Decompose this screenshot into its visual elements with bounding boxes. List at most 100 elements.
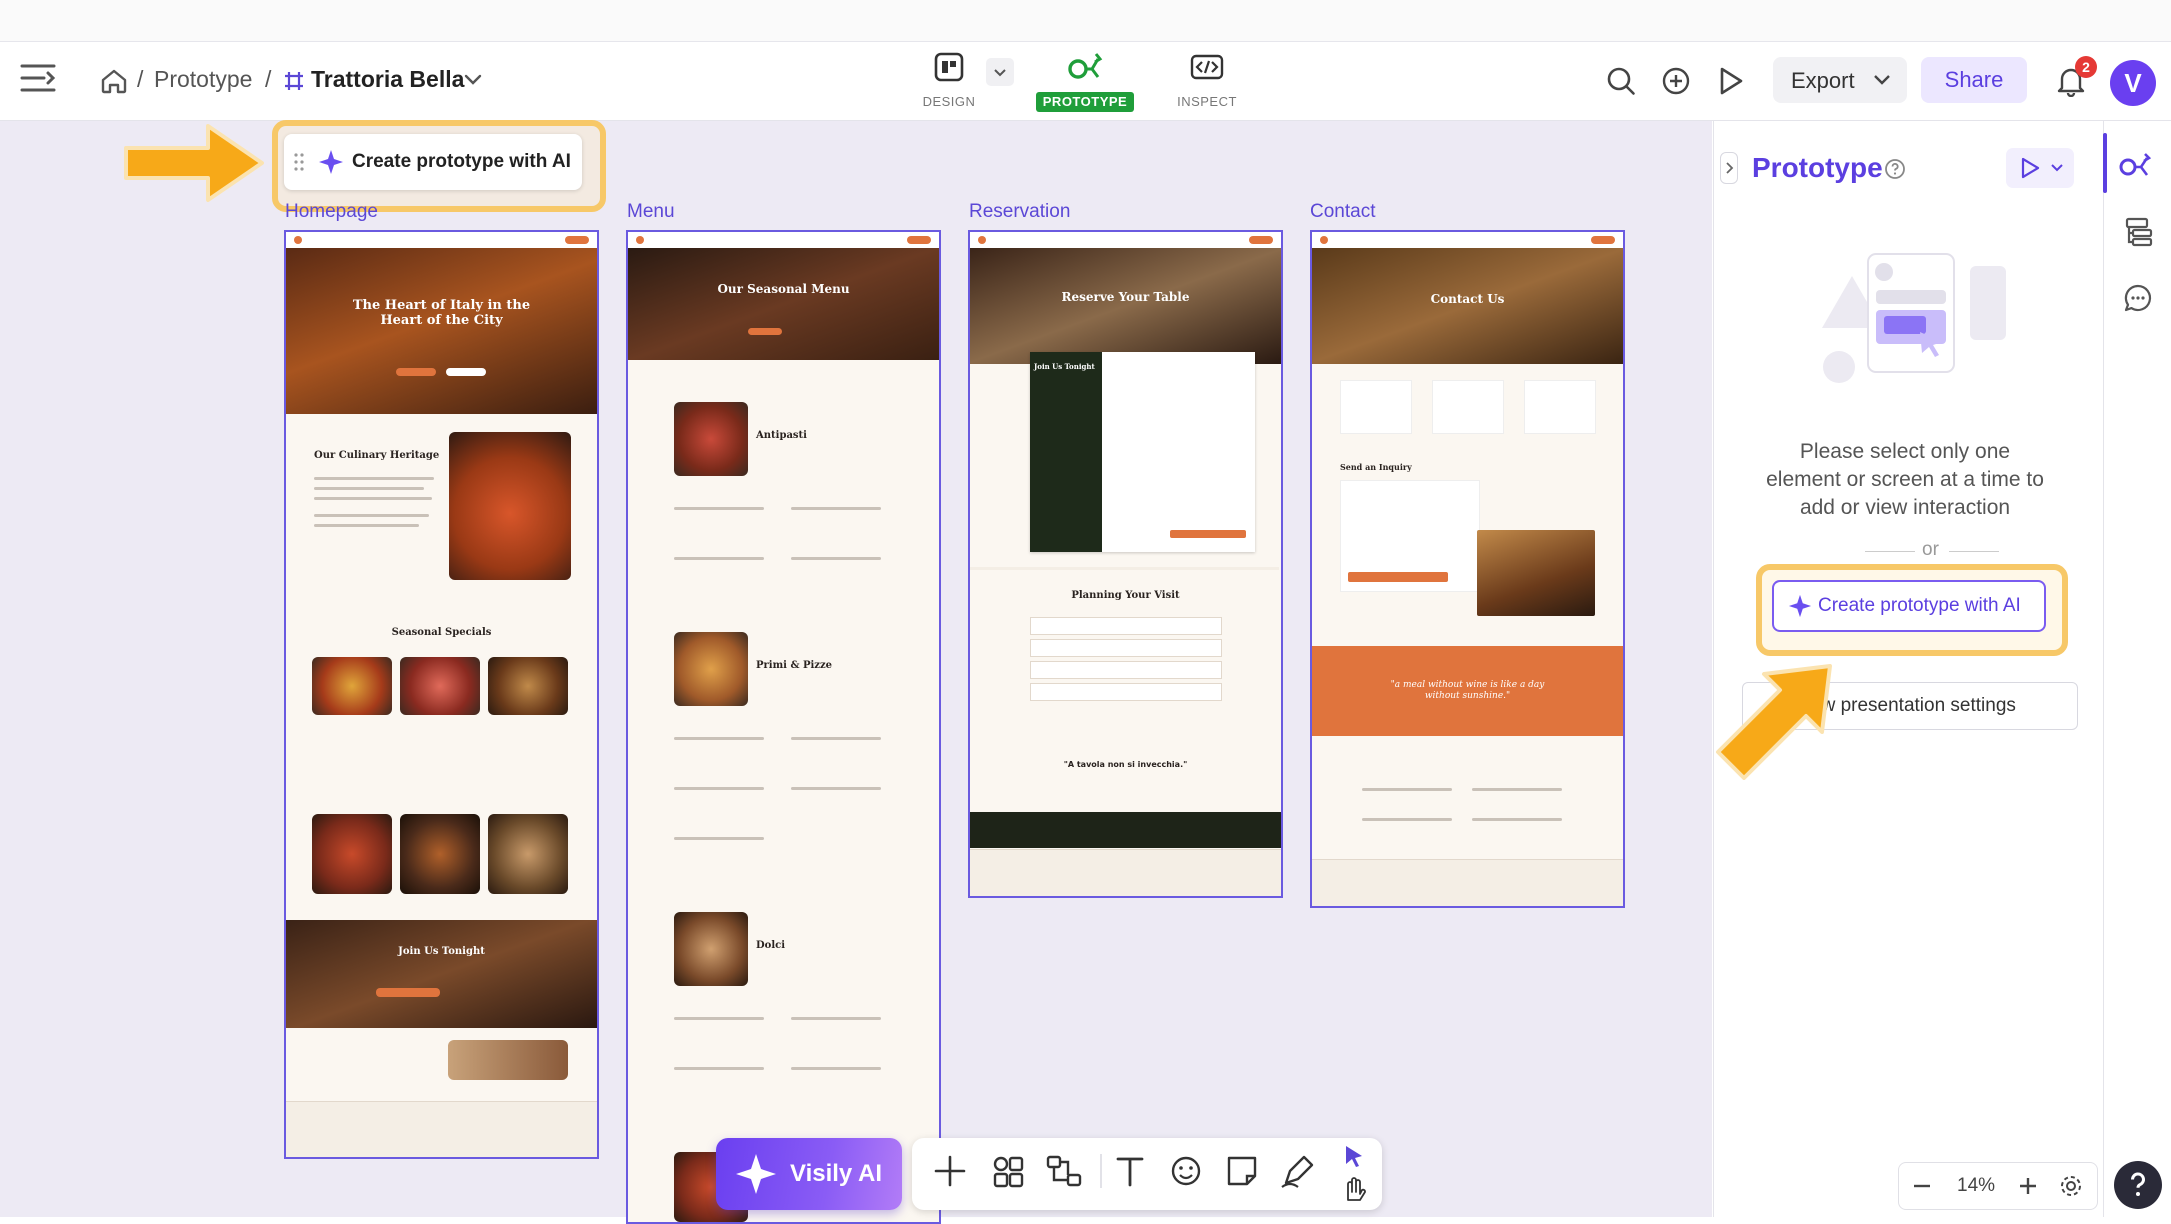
reservation-hero: Reserve Your Table [970,248,1281,364]
rail-active-indicator [2103,133,2107,193]
notification-badge: 2 [2075,56,2097,78]
prototype-icon [1066,50,1106,84]
collapse-panel-button[interactable] [1720,152,1738,184]
arrow-right-annotation [124,124,264,202]
browser-top-strip [0,0,2171,42]
frame-label-homepage[interactable]: Homepage [285,201,378,223]
pointer-tools[interactable] [1336,1142,1372,1202]
frame-homepage[interactable]: The Heart of Italy in the Heart of the C… [284,230,599,1159]
add-tool-button[interactable] [928,1149,972,1193]
play-icon[interactable] [1718,66,1744,96]
tab-inspect[interactable]: INSPECT [1152,50,1262,116]
plus-circle-icon[interactable] [1661,66,1691,96]
chevron-down-icon [2051,164,2063,172]
frame-icon [284,71,304,91]
help-button[interactable] [2114,1161,2162,1209]
panel-title: Prototype [1752,152,1883,183]
tab-prototype[interactable]: PROTOTYPE [1030,50,1140,116]
frame-footer [286,1101,597,1157]
homepage-join-title: Join Us Tonight [398,946,485,957]
sparkle-icon [1788,594,1812,618]
breadcrumb-prototype[interactable]: Prototype [154,66,252,93]
text-icon [1116,1157,1144,1187]
reservation-form: Join Us Tonight [1030,352,1255,552]
frame-nav [286,232,597,249]
chevron-down-icon [994,69,1006,77]
flow-icon [1046,1155,1082,1187]
emoji-tool-button[interactable] [1164,1149,1208,1193]
frame-label-contact[interactable]: Contact [1310,201,1375,223]
empty-state-illustration [1822,253,2006,383]
project-name[interactable]: Trattoria Bella [311,66,464,93]
breadcrumb-separator: / [265,66,272,92]
share-button[interactable]: Share [1921,57,2027,103]
design-icon [934,52,964,82]
reservation-quote: "A tavola non si invecchia." [1063,760,1188,769]
pasta-image [449,432,571,580]
pen-tool-button[interactable] [1276,1149,1320,1193]
hand-icon [1347,1177,1366,1201]
frame-reservation[interactable]: Reserve Your Table Join Us Tonight Plann… [968,230,1283,898]
visily-ai-label: Visily AI [790,1160,883,1187]
contact-hero-title: Contact Us [1430,292,1505,306]
hero-image: The Heart of Italy in the Heart of the C… [286,248,597,414]
menu-hero-title: Our Seasonal Menu [717,282,850,296]
comment-icon[interactable] [2122,282,2154,314]
frame-contact[interactable]: Contact Us Send an Inquiry "a meal witho… [1310,230,1625,908]
export-button[interactable]: Export [1773,57,1907,103]
layers-icon[interactable] [2124,216,2154,248]
plus-icon [934,1155,966,1187]
components-tool-button[interactable] [986,1149,1030,1193]
play-icon [2021,157,2040,179]
settings-icon [2061,1176,2081,1196]
zoom-value[interactable]: 14% [1957,1175,1995,1197]
arrow-up-right-annotation [1716,664,1832,780]
menu-section-dolci: Dolci [756,940,786,951]
breadcrumb-separator: / [137,66,144,92]
sparkle-icon [319,150,343,174]
sparkle-icon [736,1154,776,1194]
homepage-hero-title: The Heart of Italy in the Heart of the C… [352,298,531,328]
canvas-create-ai-button[interactable]: Create prototype with AI [284,134,582,190]
menu-icon[interactable] [20,62,56,94]
pen-icon [1281,1155,1314,1188]
menu-section-antipasti: Antipasti [756,430,807,441]
rail-prototype-icon[interactable] [2118,150,2154,180]
chevron-right-icon [1726,162,1734,174]
reservation-side-title: Join Us Tonight [1034,362,1095,371]
help-circle-icon[interactable] [1884,158,1906,180]
frame-label-menu[interactable]: Menu [627,201,675,223]
specials-title: Seasonal Specials [391,627,492,638]
export-label: Export [1791,68,1855,93]
chevron-down-icon[interactable] [464,74,482,86]
sticky-note-tool-button[interactable] [1220,1149,1264,1193]
panel-create-ai-button[interactable]: Create prototype with AI [1772,580,2046,632]
frame-menu[interactable]: Our Seasonal Menu Antipasti Primi & Pizz… [626,230,941,1224]
question-icon [2130,1172,2145,1196]
home-icon[interactable] [100,68,128,94]
or-divider: or [1922,539,1939,560]
search-icon[interactable] [1606,66,1636,96]
presentation-settings-label: ow presentation settings [1811,695,2016,716]
visily-ai-button[interactable]: Visily AI [716,1138,902,1210]
chevron-down-icon [1874,75,1890,85]
tab-design-label: DESIGN [922,94,976,109]
text-tool-button[interactable] [1108,1149,1152,1193]
panel-empty-message: Please select only one element or screen… [1766,440,2044,519]
design-dropdown[interactable] [986,58,1014,86]
smile-icon [1171,1156,1201,1186]
canvas-create-ai-label: Create prototype with AI [352,151,571,172]
contact-hero: Contact Us [1312,248,1623,364]
join-banner: Join Us Tonight [286,920,597,1028]
contact-quote-banner: "a meal without wine is like a day witho… [1312,646,1623,736]
planning-title: Planning Your Visit [1071,590,1180,601]
frame-label-reservation[interactable]: Reservation [969,201,1070,223]
avatar[interactable]: V [2110,60,2156,106]
reservation-hero-title: Reserve Your Table [1061,290,1190,304]
panel-preview-button[interactable] [2006,148,2074,188]
zoom-out-icon [1914,1184,1930,1188]
zoom-in-icon [2020,1178,2036,1194]
menu-hero: Our Seasonal Menu [628,248,939,360]
flow-tool-button[interactable] [1042,1149,1086,1193]
contact-inquiry-title: Send an Inquiry [1340,462,1412,472]
